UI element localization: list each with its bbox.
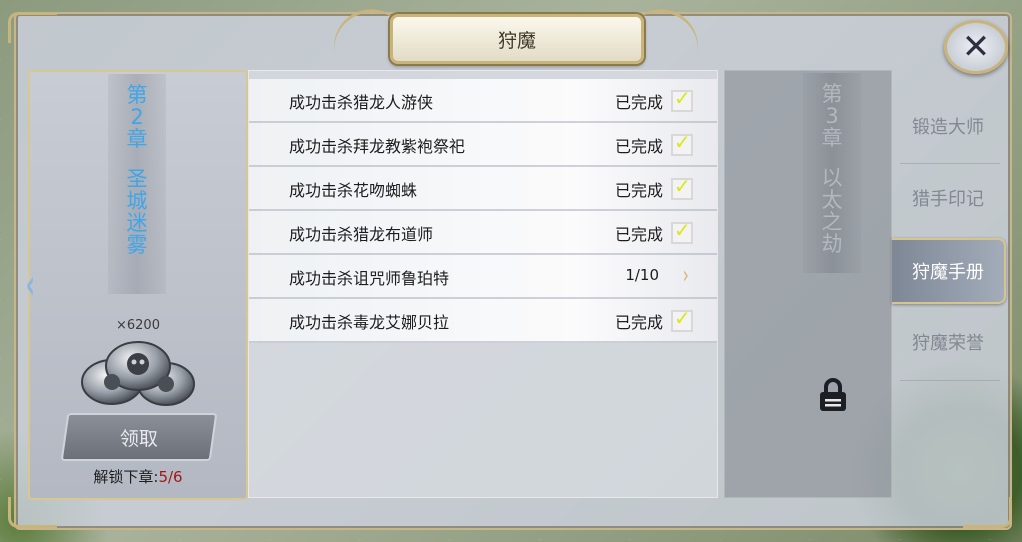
task-status: 已完成 (614, 93, 663, 112)
claim-button-label: 领取 (119, 427, 158, 450)
tab-label: 狩魔荣誉 (912, 333, 984, 354)
tab-label: 狩魔手册 (912, 262, 984, 283)
locked-chapter-title: 第 3 章 以 太 之 劫 (821, 82, 843, 256)
task-row[interactable]: 成功击杀猎龙布道师 已完成 ✓ (249, 211, 717, 255)
tab-label: 锻造大师 (912, 117, 984, 138)
task-name: 成功击杀诅咒师鲁珀特 (289, 269, 450, 288)
task-row[interactable]: 成功击杀猎龙人游侠 已完成 ✓ (249, 79, 717, 123)
task-progress: 1/10 (625, 266, 659, 284)
chevron-left-icon[interactable]: ‹ (26, 262, 35, 308)
check-icon: ✓ (671, 218, 693, 244)
chevron-right-icon[interactable]: › (683, 261, 689, 289)
check-icon: ✓ (671, 306, 693, 332)
check-icon: ✓ (671, 130, 693, 156)
tab-label: 猎手印记 (912, 189, 984, 210)
tab-demon-hunt-manual[interactable]: 狩魔手册 (892, 238, 1006, 304)
task-list: 成功击杀猎龙人游侠 已完成 ✓ 成功击杀拜龙教紫袍祭祀 已完成 ✓ 成功击杀花吻… (248, 70, 718, 498)
task-row[interactable]: 成功击杀花吻蜘蛛 已完成 ✓ (249, 167, 717, 211)
close-icon: ✕ (961, 27, 991, 67)
task-status: 已完成 (614, 313, 663, 332)
chapter-title: 第 2 章 圣 城 迷 雾 (126, 83, 148, 257)
locked-chapter-panel[interactable]: 第 3 章 以 太 之 劫 (724, 70, 892, 498)
frame-corner-ornament (963, 497, 1012, 528)
unlock-progress: 5/6 (158, 468, 183, 486)
task-status: 已完成 (614, 225, 663, 244)
frame-corner-ornament (8, 12, 57, 43)
tab-forge-master[interactable]: 锻造大师 (892, 95, 1004, 157)
task-status: 已完成 (614, 137, 663, 156)
task-name: 成功击杀猎龙人游侠 (289, 93, 434, 112)
task-row[interactable]: 成功击杀毒龙艾娜贝拉 已完成 ✓ (249, 299, 717, 343)
claim-button[interactable]: 领取 (60, 413, 218, 461)
check-icon: ✓ (671, 174, 693, 200)
tab-demon-hunt-honor[interactable]: 狩魔荣誉 (892, 311, 1004, 373)
close-button[interactable]: ✕ (944, 20, 1008, 74)
task-status: 已完成 (614, 181, 663, 200)
tab-divider (900, 380, 1000, 381)
reward-count: ×6200 (116, 318, 160, 333)
frame-corner-ornament (8, 497, 57, 528)
task-name: 成功击杀拜龙教紫袍祭祀 (289, 137, 466, 156)
window-title: 狩魔 (497, 29, 536, 52)
current-chapter-panel: 第 2 章 圣 城 迷 雾 ×6200 领取 解锁下章:5/6 (28, 70, 248, 500)
check-icon: ✓ (671, 86, 693, 112)
tab-hunter-mark[interactable]: 猎手印记 (892, 167, 1004, 229)
task-row[interactable]: 成功击杀诅咒师鲁珀特 1/10 › (249, 255, 717, 299)
unlock-next-chapter-text: 解锁下章:5/6 (93, 468, 183, 486)
tab-divider (900, 163, 1000, 164)
window-title-plaque: 狩魔 (390, 14, 644, 64)
task-name: 成功击杀猎龙布道师 (289, 225, 434, 244)
silver-coin-stack-icon (81, 341, 195, 406)
task-name: 成功击杀毒龙艾娜贝拉 (289, 313, 450, 332)
task-name: 成功击杀花吻蜘蛛 (289, 181, 418, 200)
task-row[interactable]: 成功击杀拜龙教紫袍祭祀 已完成 ✓ (249, 123, 717, 167)
padlock-icon (820, 378, 846, 411)
